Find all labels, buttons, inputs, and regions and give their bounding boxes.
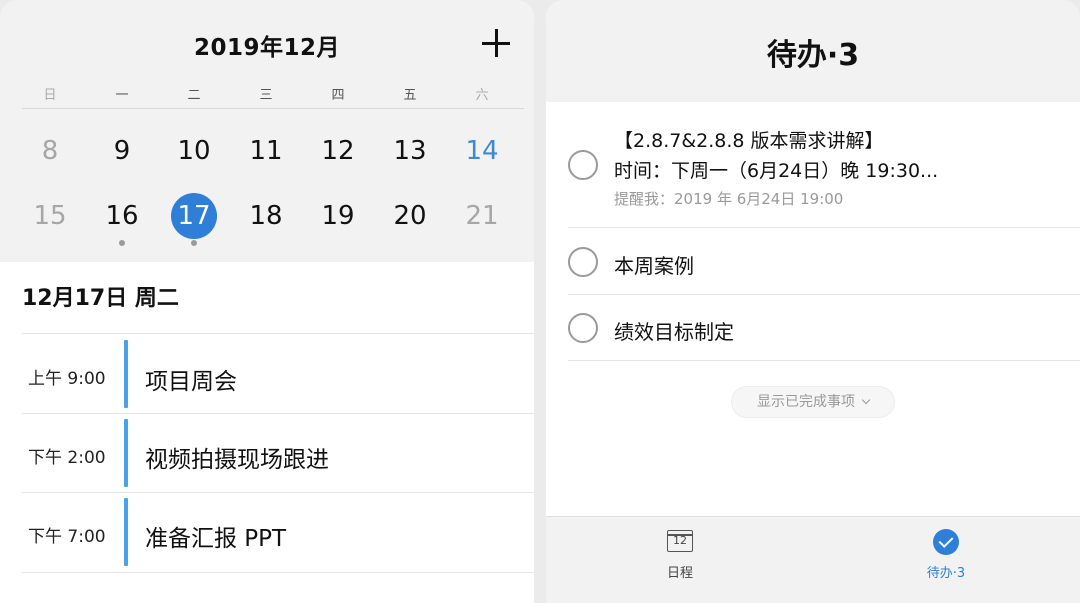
event-time: 上午 9:00 bbox=[28, 369, 106, 389]
weekday-thu: 四 bbox=[331, 88, 345, 103]
show-completed-button[interactable]: 显示已完成事项 bbox=[731, 386, 895, 418]
todo-checkbox[interactable] bbox=[568, 150, 598, 180]
day-cell[interactable]: 21 bbox=[452, 201, 512, 231]
event-color-bar bbox=[124, 419, 128, 487]
todo-title: 待办·3 bbox=[766, 38, 860, 73]
event-time: 下午 2:00 bbox=[28, 448, 106, 468]
day-cell[interactable]: 18 bbox=[236, 201, 296, 231]
day-cell-today[interactable]: 14 bbox=[452, 136, 512, 166]
day-cell[interactable]: 11 bbox=[236, 136, 296, 166]
event-color-bar bbox=[124, 498, 128, 566]
weekday-sat: 六 bbox=[475, 88, 489, 103]
day-cell[interactable]: 9 bbox=[92, 136, 152, 166]
chevron-down-icon bbox=[861, 395, 871, 405]
weekday-wed: 三 bbox=[259, 88, 273, 103]
event-title: 项目周会 bbox=[145, 369, 237, 395]
month-title[interactable]: 2019年12月 bbox=[0, 28, 534, 62]
day-cell[interactable]: 20 bbox=[380, 201, 440, 231]
day-cell[interactable]: 15 bbox=[20, 201, 80, 231]
todo-checkbox[interactable] bbox=[568, 313, 598, 343]
todo-checkbox[interactable] bbox=[568, 247, 598, 277]
event-dot bbox=[119, 240, 125, 246]
divider bbox=[22, 492, 534, 493]
todo-title: 本周案例 bbox=[614, 254, 694, 278]
todo-title-line: 【2.8.7&2.8.8 版本需求讲解】 bbox=[614, 130, 884, 152]
event-color-bar bbox=[124, 340, 128, 408]
tab-schedule-label: 日程 bbox=[666, 566, 693, 581]
event-title: 视频拍摄现场跟进 bbox=[145, 447, 329, 473]
event-time: 下午 7:00 bbox=[28, 527, 106, 547]
event-title: 准备汇报 PPT bbox=[145, 526, 287, 552]
show-completed-label: 显示已完成事项 bbox=[757, 394, 855, 410]
day-cell-selected[interactable]: 17 bbox=[164, 201, 224, 231]
day-cell[interactable]: 12 bbox=[308, 136, 368, 166]
day-cell[interactable]: 8 bbox=[20, 136, 80, 166]
divider bbox=[22, 413, 534, 414]
calendar-icon: 12 bbox=[667, 530, 693, 552]
day-cell[interactable]: 16 bbox=[92, 201, 152, 231]
month-header: 2019年12月 日 一 二 三 四 五 六 8 9 10 11 12 13 1… bbox=[0, 0, 534, 262]
divider bbox=[568, 360, 1080, 361]
divider bbox=[22, 333, 534, 334]
todo-detail-line: 时间：下周一（6月24日）晚 19:30... bbox=[614, 160, 939, 182]
check-circle-icon bbox=[933, 529, 959, 555]
weekday-sun: 日 bbox=[43, 88, 57, 103]
selected-date-heading: 12月17日 周二 bbox=[22, 286, 179, 311]
todo-reminder: 提醒我：2019 年 6月24日 19:00 bbox=[614, 190, 844, 208]
tab-todo-label: 待办·3 bbox=[926, 566, 966, 581]
weekday-mon: 一 bbox=[115, 88, 129, 103]
weekday-fri: 五 bbox=[403, 88, 417, 103]
day-cell[interactable]: 10 bbox=[164, 136, 224, 166]
weekday-divider bbox=[22, 108, 524, 109]
todo-panel: 待办·3 【2.8.7&2.8.8 版本需求讲解】 时间：下周一（6月24日）晚… bbox=[546, 0, 1080, 603]
todo-title: 绩效目标制定 bbox=[614, 320, 734, 344]
divider bbox=[568, 227, 1080, 228]
tab-bar: 12 日程 待办·3 bbox=[546, 516, 1080, 603]
todo-header: 待办·3 bbox=[546, 0, 1080, 102]
day-cell[interactable]: 13 bbox=[380, 136, 440, 166]
add-event-button[interactable] bbox=[480, 26, 514, 60]
divider bbox=[568, 294, 1080, 295]
event-dot bbox=[191, 240, 197, 246]
weekday-tue: 二 bbox=[187, 88, 201, 103]
day-cell[interactable]: 19 bbox=[308, 201, 368, 231]
divider bbox=[22, 572, 534, 573]
calendar-panel: 2019年12月 日 一 二 三 四 五 六 8 9 10 11 12 13 1… bbox=[0, 0, 534, 603]
